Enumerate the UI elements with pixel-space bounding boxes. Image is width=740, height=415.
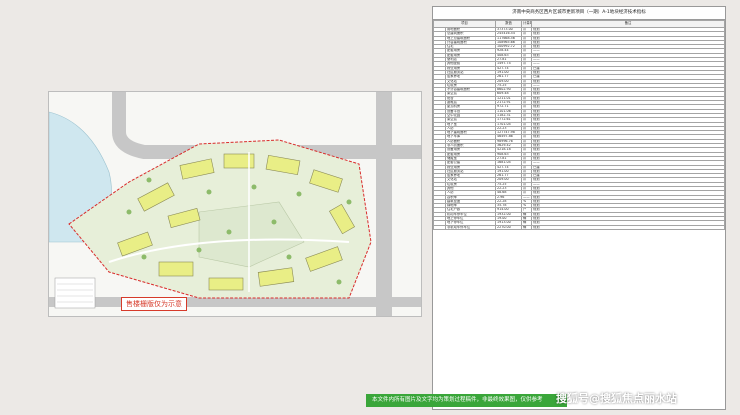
header-unit: 计量单位 (521, 20, 533, 28)
sheet-title: 济南中央商务区西片区城市更新项目（一期）A-1地块经济技术指标 (433, 7, 725, 20)
table-row: 非机动车停车位 2270.00 辆规划 (433, 224, 725, 230)
site-plan: 售楼栅版仅为示意 (48, 91, 422, 317)
row-name: 非机动车停车位 (444, 224, 497, 230)
legend-box (54, 277, 96, 309)
plan-caption: 售楼栅版仅为示意 (121, 297, 187, 311)
indicator-table: 项目 数值 计量单位 备注 用地面积37373.00㎡规划总建筑面积245416… (432, 20, 725, 230)
row-note: 规划 (531, 224, 725, 230)
row-value: 2270.00 (495, 224, 523, 230)
header-value: 数值 (495, 20, 523, 28)
header-item: 项目 (432, 20, 497, 28)
header-note: 备注 (531, 20, 725, 28)
sohu-watermark: 搜狐号@搜狐焦点丽水站 (556, 392, 677, 405)
row-unit: 辆 (521, 224, 533, 230)
indicator-sheet: 济南中央商务区西片区城市更新项目（一期）A-1地块经济技术指标 项目 数值 计量… (432, 6, 726, 410)
row-group-cell (433, 224, 446, 230)
site-plan-drawing (49, 92, 421, 316)
disclaimer-banner: 本文件内所有图片及文字均为策划过程稿件，非最终效果图，仅供参考 (366, 394, 567, 407)
table-header: 项目 数值 计量单位 备注 (432, 20, 725, 28)
